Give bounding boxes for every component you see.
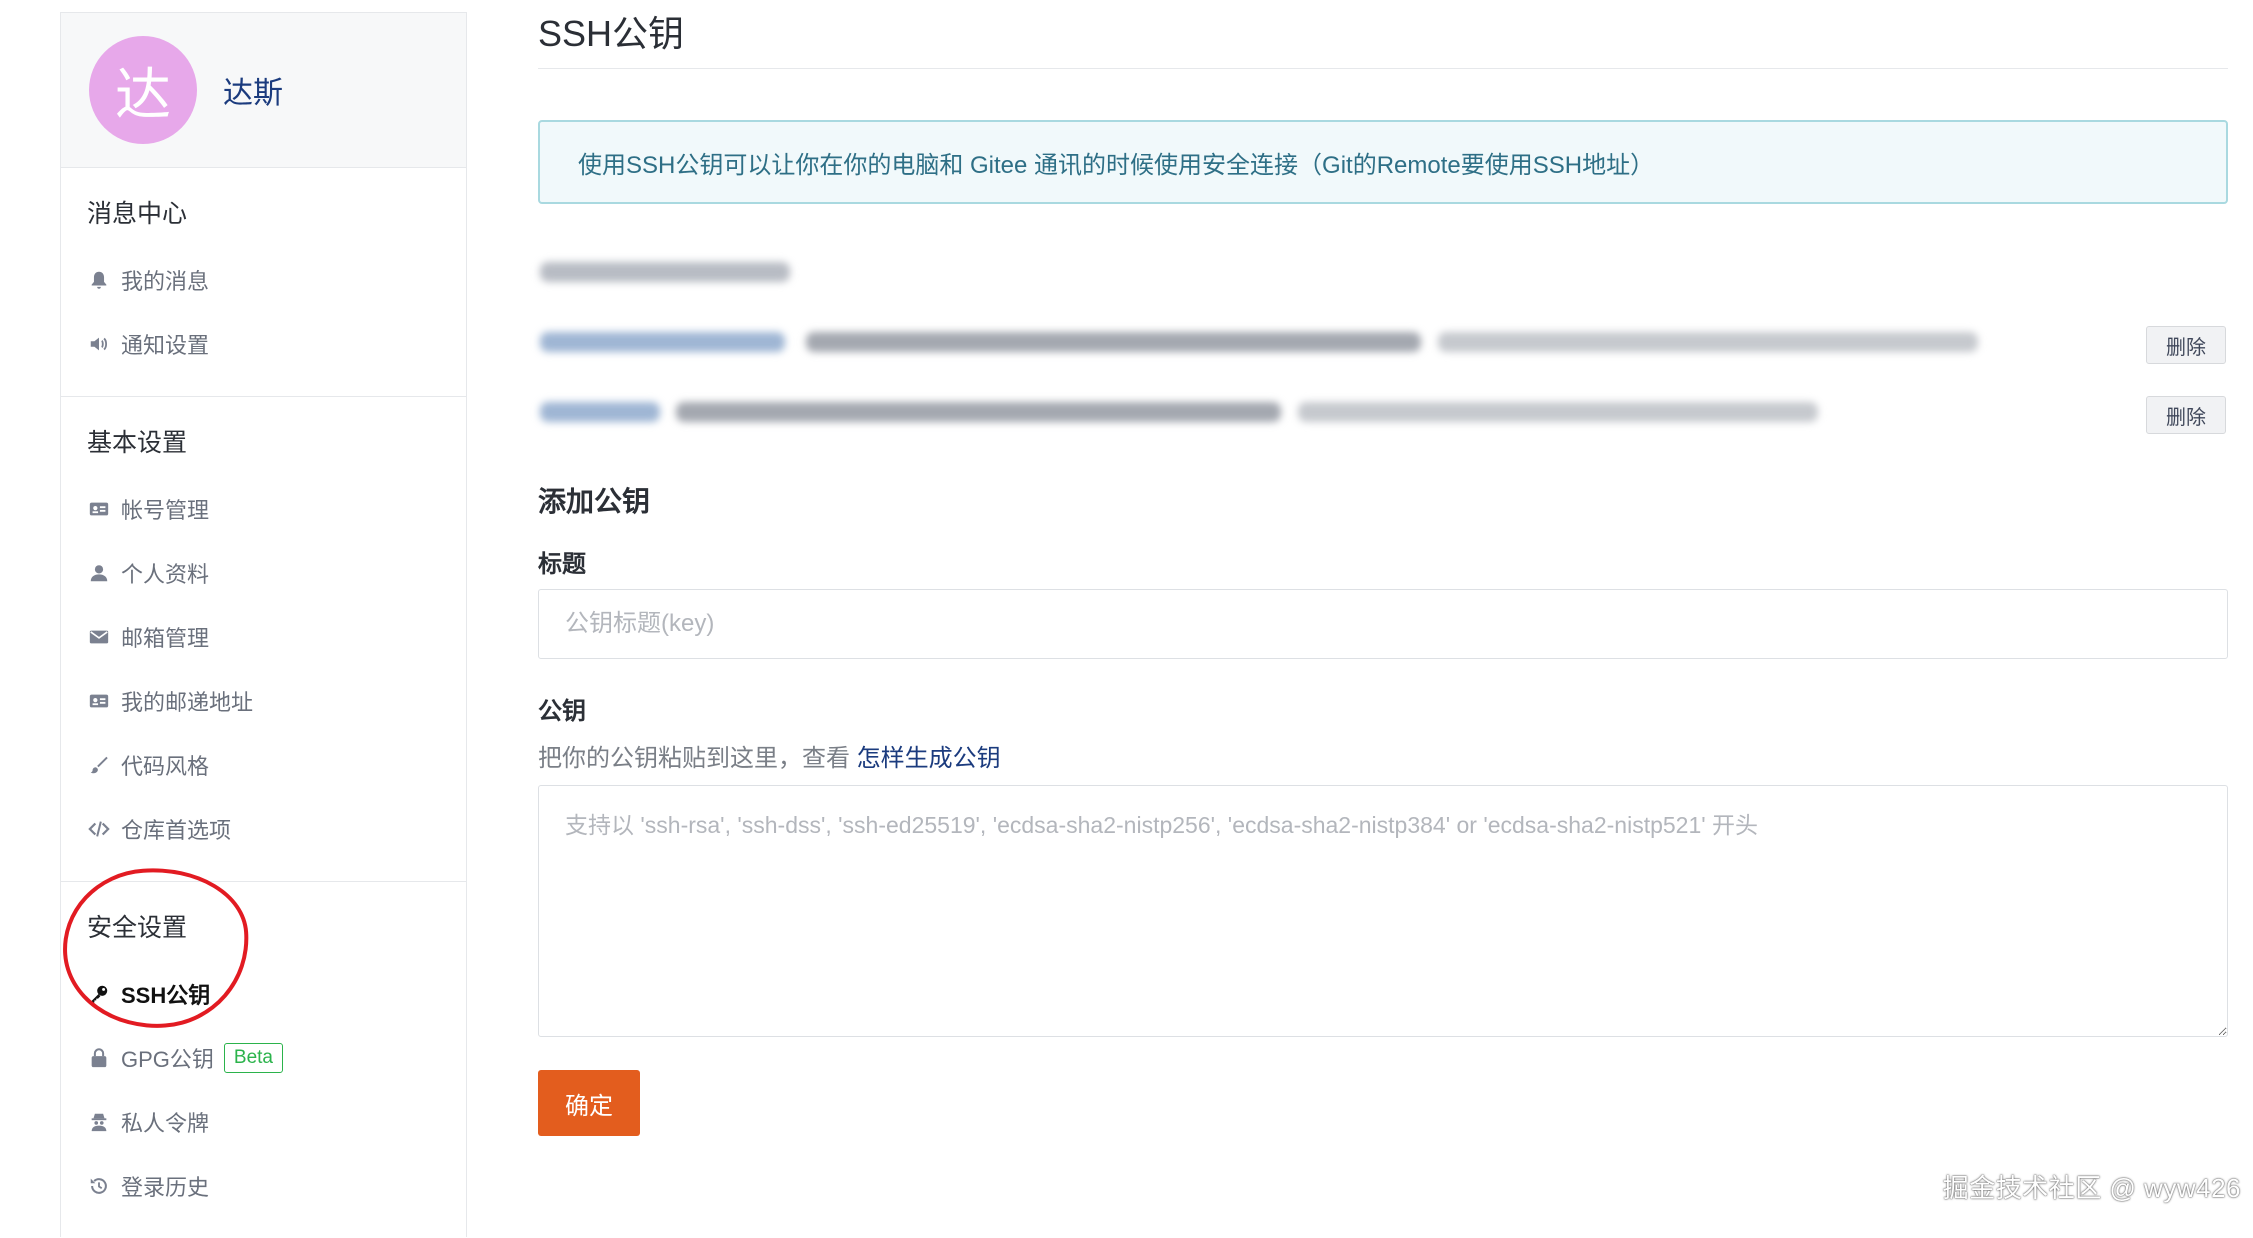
key-icon bbox=[87, 982, 111, 1006]
sidebar-item-label: 通知设置 bbox=[121, 333, 210, 358]
sidebar-item-notification-settings[interactable]: 通知设置 bbox=[61, 312, 466, 376]
sidebar-item-address[interactable]: 我的邮递地址 bbox=[61, 669, 466, 733]
address-card-icon bbox=[87, 689, 111, 713]
sidebar-item-login-history[interactable]: 登录历史 bbox=[61, 1154, 466, 1218]
title-label: 标题 bbox=[538, 551, 586, 578]
user-icon bbox=[87, 561, 111, 585]
section-basic: 基本设置 帐号管理 个人资料 邮箱管理 我的邮递地址 代码风格 仓库首选项 bbox=[61, 397, 466, 882]
blurred-key-name bbox=[540, 332, 785, 352]
lock-icon bbox=[87, 1046, 111, 1070]
key-hint: 把你的公钥粘贴到这里，查看 怎样生成公钥 bbox=[538, 738, 2228, 773]
sidebar-item-label: 代码风格 bbox=[121, 754, 210, 779]
sidebar-item-profile[interactable]: 个人资料 bbox=[61, 541, 466, 605]
beta-badge: Beta bbox=[223, 1043, 283, 1073]
sidebar-item-repo-preferences[interactable]: 仓库首选项 bbox=[61, 797, 466, 861]
sidebar-item-label: GPG公钥 bbox=[121, 1047, 214, 1072]
id-card-icon bbox=[87, 497, 111, 521]
profile-header: 达 达斯 bbox=[61, 13, 466, 168]
brush-icon bbox=[87, 753, 111, 777]
history-icon bbox=[87, 1174, 111, 1198]
delete-button[interactable]: 删除 bbox=[2146, 326, 2226, 364]
section-title: 基本设置 bbox=[87, 429, 188, 457]
speaker-icon bbox=[87, 332, 111, 356]
delete-button[interactable]: 删除 bbox=[2146, 396, 2226, 434]
sidebar-item-label: 个人资料 bbox=[121, 562, 210, 587]
blurred-key-fingerprint bbox=[806, 332, 1421, 352]
avatar[interactable]: 达 bbox=[89, 36, 197, 144]
settings-sidebar: 达 达斯 消息中心 我的消息 通知设置 基本设置 帐号管理 个人资料 邮箱管理 … bbox=[60, 12, 467, 1237]
section-title: 消息中心 bbox=[87, 200, 188, 228]
section-security: 安全设置 SSH公钥 GPG公钥 Beta 私人令牌 登录历史 bbox=[61, 882, 466, 1238]
how-to-generate-key-link[interactable]: 怎样生成公钥 bbox=[857, 745, 1001, 772]
sidebar-item-label: 帐号管理 bbox=[121, 498, 210, 523]
sidebar-item-label: 仓库首选项 bbox=[121, 818, 232, 843]
envelope-icon bbox=[87, 625, 111, 649]
sidebar-item-label: 我的邮递地址 bbox=[121, 690, 254, 715]
sidebar-item-email[interactable]: 邮箱管理 bbox=[61, 605, 466, 669]
confirm-button[interactable]: 确定 bbox=[538, 1070, 640, 1136]
sidebar-item-label: 登录历史 bbox=[121, 1175, 210, 1200]
sidebar-item-personal-tokens[interactable]: 私人令牌 bbox=[61, 1090, 466, 1154]
blurred-key-meta bbox=[1298, 402, 1818, 422]
blurred-key-group-title bbox=[540, 262, 790, 282]
sidebar-item-account[interactable]: 帐号管理 bbox=[61, 477, 466, 541]
blurred-key-name bbox=[540, 402, 660, 422]
sidebar-item-code-style[interactable]: 代码风格 bbox=[61, 733, 466, 797]
add-key-heading: 添加公钥 bbox=[538, 486, 651, 517]
bell-icon bbox=[87, 268, 111, 292]
sidebar-item-gpg-keys[interactable]: GPG公钥 Beta bbox=[61, 1026, 466, 1090]
main-content: SSH公钥 使用SSH公钥可以让你在你的电脑和 Gitee 通讯的时候使用安全连… bbox=[538, 0, 2228, 1229]
section-messages: 消息中心 我的消息 通知设置 bbox=[61, 168, 466, 397]
code-icon bbox=[87, 817, 111, 841]
key-hint-text: 把你的公钥粘贴到这里，查看 bbox=[538, 745, 857, 772]
username[interactable]: 达斯 bbox=[223, 68, 283, 112]
existing-keys-list: 删除 删除 bbox=[538, 244, 2228, 434]
sidebar-item-label: 邮箱管理 bbox=[121, 626, 210, 651]
page-title: SSH公钥 bbox=[538, 0, 2228, 69]
section-title: 安全设置 bbox=[87, 914, 188, 942]
blurred-key-fingerprint bbox=[676, 402, 1281, 422]
user-secret-icon bbox=[87, 1110, 111, 1134]
sidebar-item-label: 私人令牌 bbox=[121, 1111, 210, 1136]
sidebar-item-label: SSH公钥 bbox=[121, 983, 211, 1008]
sidebar-item-ssh-keys[interactable]: SSH公钥 bbox=[61, 962, 466, 1026]
info-message: 使用SSH公钥可以让你在你的电脑和 Gitee 通讯的时候使用安全连接（Git的… bbox=[538, 120, 2228, 204]
public-key-textarea[interactable] bbox=[538, 785, 2228, 1037]
watermark: 掘金技术社区 @ wyw426 bbox=[1942, 1173, 2241, 1203]
key-label: 公钥 bbox=[538, 698, 586, 725]
sidebar-item-label: 我的消息 bbox=[121, 269, 210, 294]
key-title-input[interactable] bbox=[538, 589, 2228, 659]
sidebar-item-my-messages[interactable]: 我的消息 bbox=[61, 248, 466, 312]
blurred-key-meta bbox=[1438, 332, 1978, 352]
